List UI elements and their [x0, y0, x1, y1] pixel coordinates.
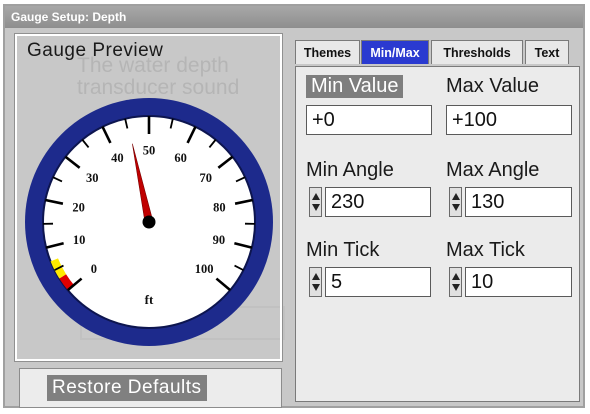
gauge-tick-label: 50	[143, 144, 156, 158]
gauge-preview-panel: Gauge Preview 0 10 20 30 40 50 60 70 80 90 100 ft	[14, 33, 283, 362]
spin-up-icon[interactable]	[452, 193, 460, 200]
min-angle-label: Min Angle	[306, 159, 394, 181]
tab-themes[interactable]: Themes	[295, 40, 360, 64]
min-tick-spinner[interactable]	[309, 267, 322, 297]
gauge-tick-label: 70	[199, 171, 212, 185]
max-angle-input[interactable]: 130	[465, 187, 572, 217]
gauge-setup-window: Gauge Setup: Depth The water depth trans…	[3, 4, 585, 408]
gauge-dial: 0 10 20 30 40 50 60 70 80 90 100 ft	[25, 98, 273, 346]
min-angle-spinner[interactable]	[309, 187, 322, 217]
max-angle-label: Max Angle	[446, 159, 540, 181]
gauge-tick-label: 100	[195, 262, 214, 276]
gauge-tick-label: 0	[91, 262, 97, 276]
window-title: Gauge Setup: Depth	[5, 6, 583, 28]
gauge-tick-label: 40	[111, 151, 124, 165]
max-value-label: Max Value	[446, 75, 540, 97]
gauge-tick-label: 90	[213, 233, 226, 247]
max-tick-label: Max Tick	[446, 239, 525, 261]
spin-down-icon[interactable]	[452, 284, 460, 291]
restore-defaults-button[interactable]: Restore Defaults	[19, 368, 282, 408]
gauge-tick-label: 30	[86, 171, 99, 185]
min-angle-input[interactable]: 230	[325, 187, 431, 217]
spin-down-icon[interactable]	[452, 204, 460, 211]
max-value-input[interactable]: +100	[446, 105, 572, 135]
min-max-tab-content: Min Value Max Value +0 +100 Min Angle Ma…	[295, 66, 580, 402]
max-angle-spinner[interactable]	[449, 187, 462, 217]
min-value-label: Min Value	[306, 75, 404, 98]
spin-down-icon[interactable]	[312, 204, 320, 211]
gauge-tick-label: 80	[213, 201, 226, 215]
min-tick-label: Min Tick	[306, 239, 380, 261]
max-tick-spinner[interactable]	[449, 267, 462, 297]
gauge-unit-label: ft	[145, 292, 154, 307]
restore-defaults-label: Restore Defaults	[47, 375, 207, 401]
min-value-input[interactable]: +0	[306, 105, 432, 135]
gauge-preview-title: Gauge Preview	[27, 40, 164, 61]
spin-up-icon[interactable]	[312, 273, 320, 280]
gauge-tick-label: 60	[174, 151, 187, 165]
tab-min-max[interactable]: Min/Max	[361, 40, 429, 64]
spin-down-icon[interactable]	[312, 284, 320, 291]
max-tick-input[interactable]: 10	[465, 267, 572, 297]
spin-up-icon[interactable]	[452, 273, 460, 280]
gauge-tick-label: 10	[73, 233, 86, 247]
min-tick-input[interactable]: 5	[325, 267, 431, 297]
tab-text[interactable]: Text	[525, 40, 569, 64]
tab-thresholds[interactable]: Thresholds	[431, 40, 523, 64]
gauge-hub	[142, 215, 156, 229]
spin-up-icon[interactable]	[312, 193, 320, 200]
gauge-tick-label: 20	[72, 201, 85, 215]
